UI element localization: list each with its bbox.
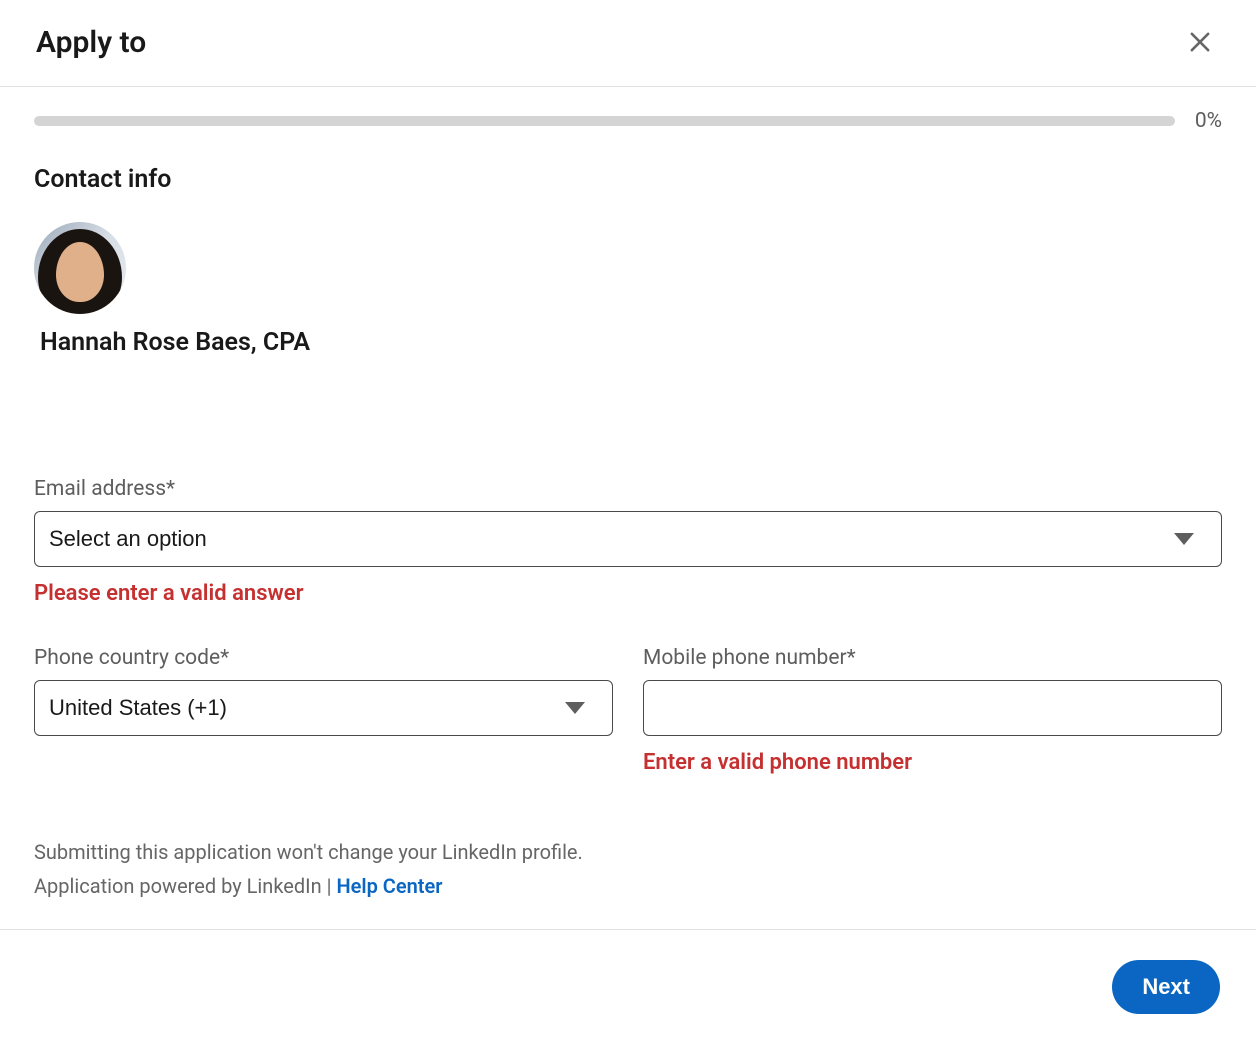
- applicant-name: Hannah Rose Baes, CPA: [40, 328, 1222, 357]
- email-select[interactable]: Select an option: [34, 511, 1222, 567]
- modal-content: 0% Contact info Hannah Rose Baes, CPA Em…: [0, 87, 1256, 929]
- footer-note-prefix: Application powered by LinkedIn |: [34, 874, 336, 898]
- modal-title: Apply to: [36, 25, 146, 60]
- phone-code-select[interactable]: United States (+1): [34, 680, 613, 736]
- phone-number-error: Enter a valid phone number: [643, 750, 1222, 775]
- email-error: Please enter a valid answer: [34, 581, 1222, 606]
- phone-code-group: Phone country code* United States (+1): [34, 646, 613, 775]
- footer-note-line2: Application powered by LinkedIn | Help C…: [34, 869, 1222, 903]
- progress-row: 0%: [34, 109, 1222, 133]
- close-icon: [1186, 28, 1214, 56]
- phone-number-group: Mobile phone number* Enter a valid phone…: [643, 646, 1222, 775]
- email-group: Email address* Select an option Please e…: [34, 477, 1222, 606]
- avatar: [34, 222, 126, 314]
- apply-modal: Apply to 0% Contact info Hannah Rose Bae…: [0, 0, 1256, 1044]
- next-button[interactable]: Next: [1112, 960, 1220, 1014]
- avatar-face: [56, 242, 104, 302]
- footer-note-line1: Submitting this application won't change…: [34, 835, 1222, 869]
- email-label: Email address*: [34, 477, 1222, 501]
- footer-notes: Submitting this application won't change…: [34, 835, 1222, 903]
- modal-footer: Next: [0, 929, 1256, 1044]
- progress-bar: [34, 116, 1175, 126]
- phone-row: Phone country code* United States (+1) M…: [34, 646, 1222, 775]
- phone-number-label: Mobile phone number*: [643, 646, 1222, 670]
- close-button[interactable]: [1180, 22, 1220, 62]
- email-select-wrapper: Select an option: [34, 511, 1222, 567]
- phone-number-input[interactable]: [643, 680, 1222, 736]
- section-title: Contact info: [34, 165, 1222, 194]
- help-center-link[interactable]: Help Center: [336, 874, 442, 898]
- modal-header: Apply to: [0, 0, 1256, 87]
- phone-code-label: Phone country code*: [34, 646, 613, 670]
- phone-code-select-wrapper: United States (+1): [34, 680, 613, 736]
- progress-percent: 0%: [1195, 109, 1222, 133]
